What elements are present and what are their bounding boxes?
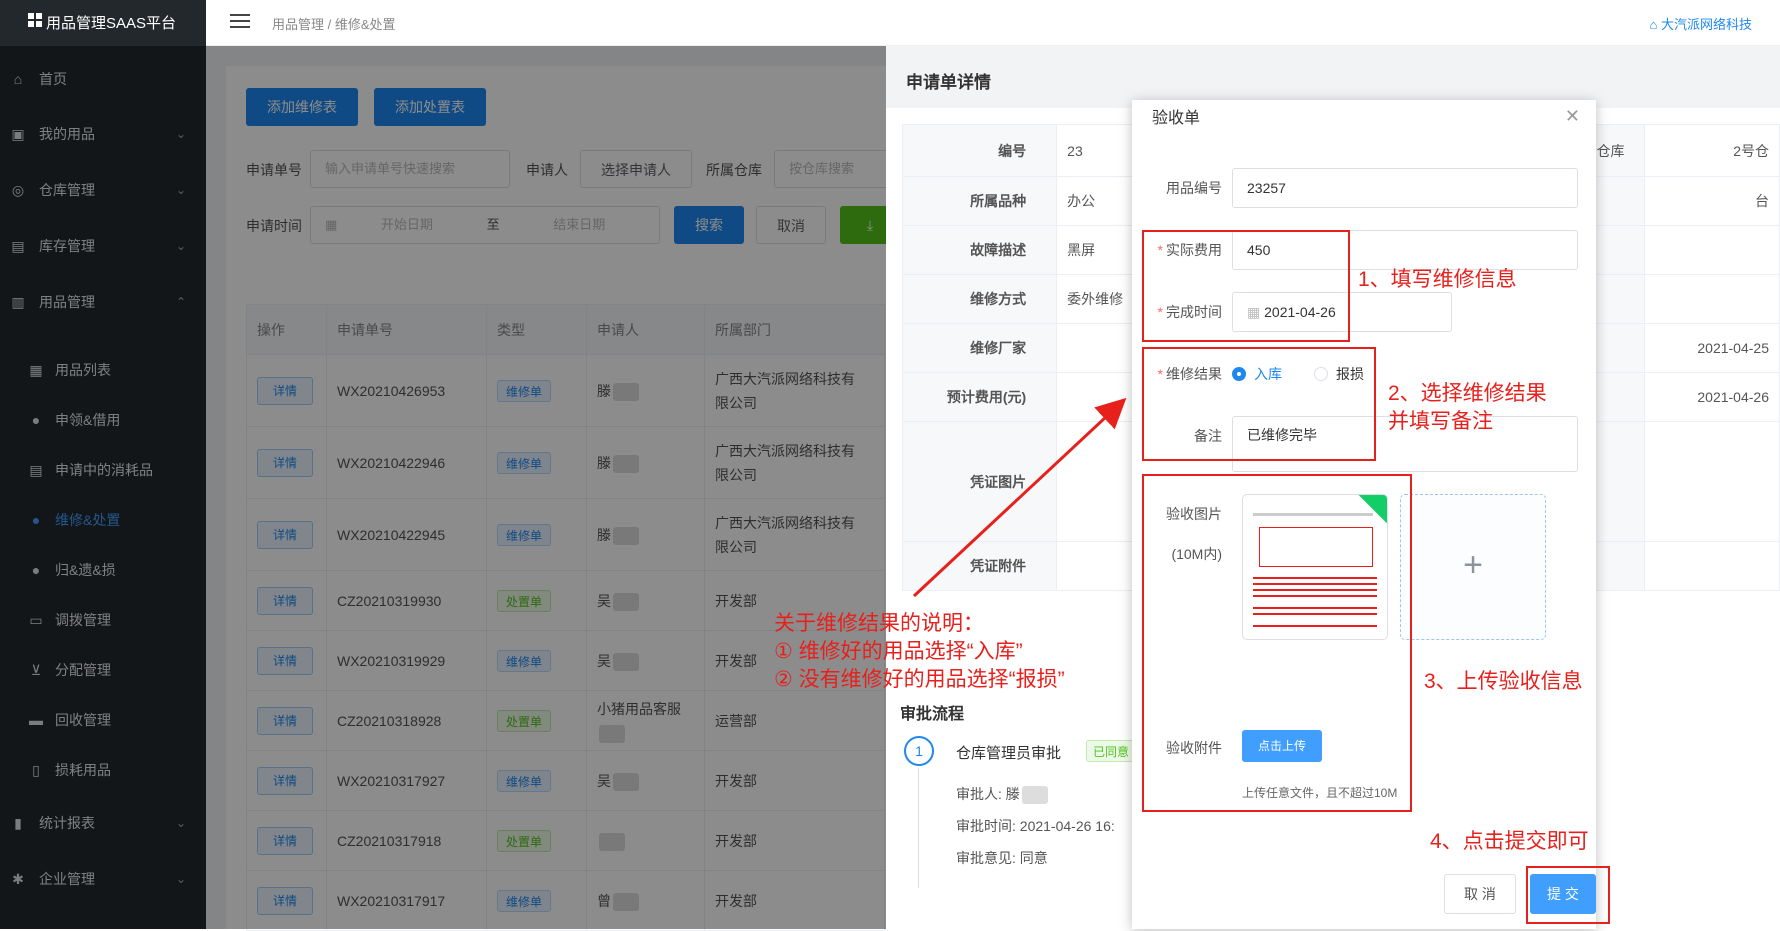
- detail-value: [1056, 541, 1135, 591]
- detail-key: 编号: [901, 124, 1058, 177]
- annotation-note-line3: ② 没有维修好的用品选择“报损”: [774, 668, 1065, 691]
- brand: 用品管理SAAS平台: [0, 0, 206, 44]
- detail-value-2: [1644, 274, 1780, 324]
- approval-title: 审批流程: [900, 706, 965, 723]
- annotation-step4: 4、点击提交即可: [1430, 830, 1589, 853]
- annotation-step3: 3、上传验收信息: [1424, 670, 1583, 693]
- status-badge: 已同意: [1086, 740, 1137, 762]
- close-icon[interactable]: ✕: [1565, 106, 1580, 127]
- annotation-step2-line1: 2、选择维修结果: [1388, 382, 1547, 405]
- detail-value-2: [1644, 541, 1780, 591]
- step-number: 1: [904, 736, 934, 766]
- detail-value-2: 台: [1644, 176, 1780, 226]
- approve-time: 审批时间: 2021-04-26 16:: [956, 818, 1115, 834]
- detail-value-2: [1644, 421, 1780, 542]
- detail-key: 凭证附件: [901, 541, 1058, 591]
- detail-key: 预计费用(元): [901, 372, 1058, 422]
- home-icon: ⌂: [1649, 17, 1661, 32]
- annotation-step2-line2: 并填写备注: [1388, 410, 1493, 433]
- detail-value: [1056, 372, 1135, 422]
- step-line: [918, 768, 919, 888]
- menu-toggle-icon[interactable]: [230, 14, 250, 30]
- detail-key: 所属品种: [901, 176, 1058, 226]
- item-no-label: 用品编号: [1166, 180, 1222, 196]
- upload-image-box[interactable]: +: [1400, 494, 1546, 640]
- annotation-box-2: [1142, 347, 1376, 461]
- plus-icon: +: [1463, 546, 1483, 584]
- detail-key: 维修厂家: [901, 323, 1058, 373]
- detail-value-2: [1644, 225, 1780, 275]
- company-link[interactable]: ⌂ 大汽派网络科技: [1650, 14, 1752, 33]
- annotation-note-line1: 关于维修结果的说明：: [774, 612, 984, 635]
- detail-key: 凭证图片: [901, 421, 1058, 542]
- detail-value: 办公: [1056, 176, 1135, 226]
- item-no-input[interactable]: 23257: [1232, 168, 1578, 208]
- modal-title: 验收单: [1152, 110, 1201, 127]
- grid-logo-icon: [28, 13, 42, 27]
- cancel-button[interactable]: 取 消: [1444, 874, 1516, 914]
- annotation-box-3: [1142, 474, 1412, 812]
- detail-value-2: 2021-04-25: [1644, 323, 1780, 373]
- detail-value-2: 2021-04-26: [1644, 372, 1780, 422]
- detail-key: 故障描述: [901, 225, 1058, 275]
- detail-key: 维修方式: [901, 274, 1058, 324]
- annotation-box-4: [1526, 866, 1610, 924]
- approve-opinion: 审批意见: 同意: [956, 850, 1048, 866]
- detail-value-2: 2号仓: [1644, 124, 1780, 177]
- annotation-step1: 1、填写维修信息: [1358, 268, 1517, 291]
- annotation-note-line2: ① 维修好的用品选择“入库”: [774, 640, 1023, 663]
- top-header: 用品管理 / 维修&处置 ⌂ 大汽派网络科技: [206, 0, 1780, 46]
- drawer-title: 申请单详情: [886, 46, 1780, 108]
- detail-value: [1056, 323, 1135, 373]
- breadcrumb: 用品管理 / 维修&处置: [272, 17, 396, 32]
- annotation-box-1: [1142, 230, 1350, 342]
- detail-value: 黑屏: [1056, 225, 1135, 275]
- detail-value: [1056, 421, 1135, 542]
- detail-value: 23: [1056, 124, 1135, 177]
- app-title: 用品管理SAAS平台: [46, 15, 177, 32]
- step-name: 仓库管理员审批: [956, 745, 1062, 762]
- detail-value: 委外维修: [1056, 274, 1135, 324]
- approver: 审批人: 滕: [956, 784, 1048, 805]
